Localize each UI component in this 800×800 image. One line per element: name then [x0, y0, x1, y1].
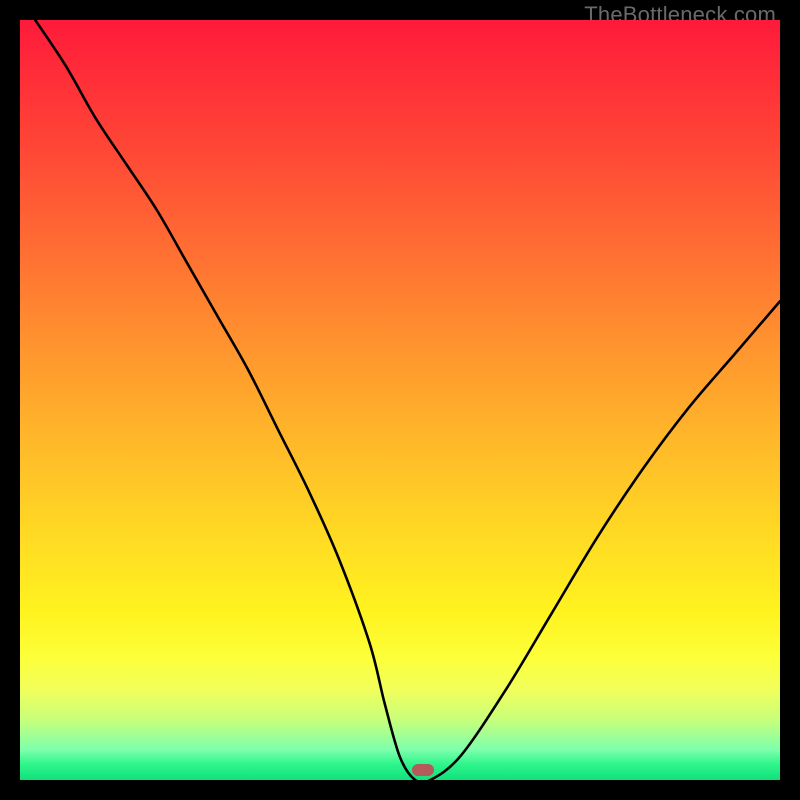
- curve-svg: [20, 20, 780, 780]
- bottleneck-curve: [35, 20, 780, 780]
- plot-area: [20, 20, 780, 780]
- chart-frame: TheBottleneck.com: [0, 0, 800, 800]
- minimum-marker: [412, 764, 434, 776]
